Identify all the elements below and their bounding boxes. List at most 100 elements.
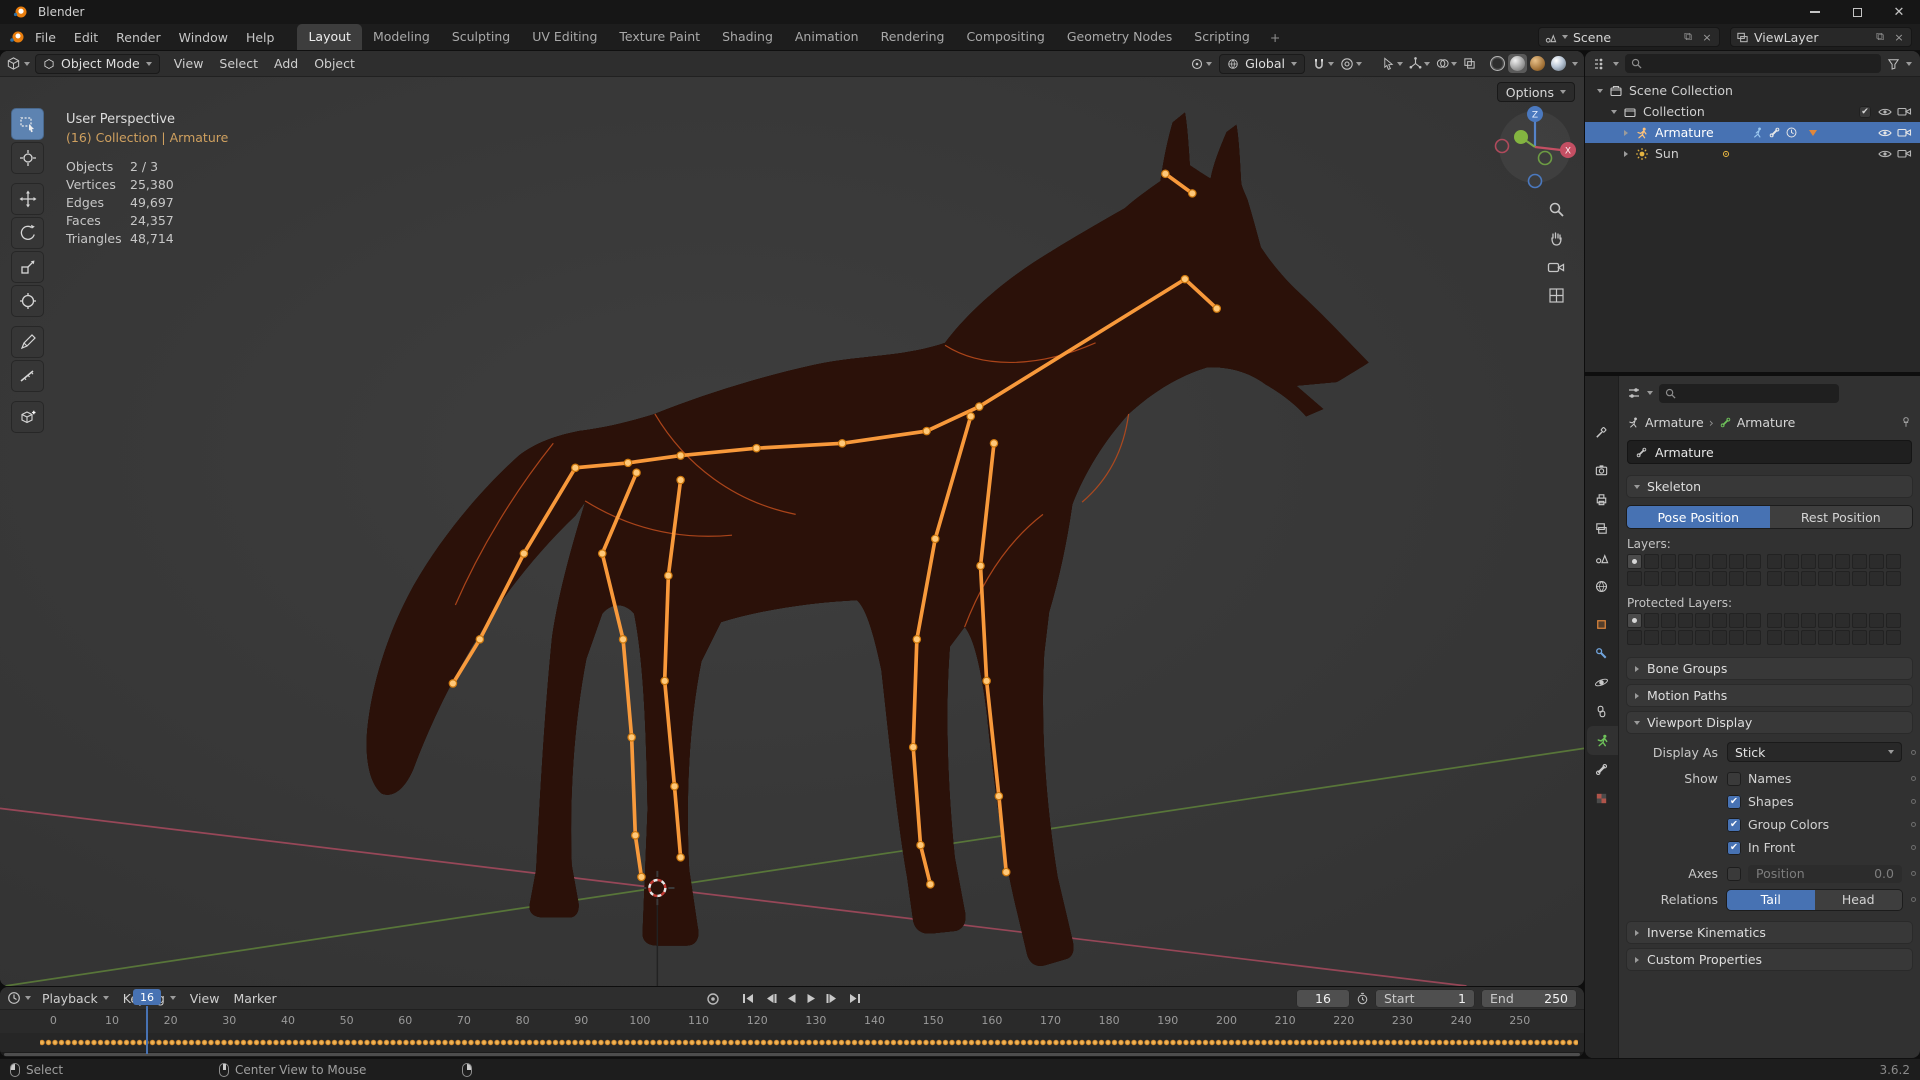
- viewport-menu-item[interactable]: View: [166, 56, 212, 71]
- armature-layer-cell[interactable]: [1886, 554, 1901, 569]
- tail-button[interactable]: Tail: [1727, 889, 1815, 910]
- tab-render[interactable]: [1585, 456, 1618, 485]
- workspace-tab[interactable]: Scripting: [1183, 24, 1261, 50]
- stopwatch-icon[interactable]: [1356, 992, 1369, 1005]
- outliner-row-scene-collection[interactable]: Scene Collection: [1585, 80, 1920, 101]
- start-frame-field[interactable]: Start 1: [1375, 989, 1475, 1008]
- armature-layer-cell[interactable]: [1644, 571, 1659, 586]
- jump-to-start-button[interactable]: [742, 993, 755, 1004]
- timeline-scroll-thumb[interactable]: [4, 1053, 1580, 1056]
- camera-view-icon[interactable]: [1547, 259, 1565, 275]
- armature-layer-cell[interactable]: [1661, 630, 1676, 645]
- jump-to-end-button[interactable]: [848, 993, 861, 1004]
- expand-caret[interactable]: [1597, 88, 1603, 93]
- editor-type-icon[interactable]: [6, 56, 21, 71]
- editor-type-caret[interactable]: [24, 61, 30, 66]
- tab-bone[interactable]: [1585, 755, 1618, 784]
- current-frame-line[interactable]: [146, 1006, 148, 1054]
- outliner-search[interactable]: [1625, 54, 1881, 73]
- next-keyframe-button[interactable]: [826, 993, 839, 1004]
- armature-layer-cell[interactable]: [1835, 571, 1850, 586]
- armature-layer-cell[interactable]: [1886, 613, 1901, 628]
- armature-layer-cell[interactable]: [1695, 613, 1710, 628]
- minimize-button[interactable]: [1794, 0, 1836, 24]
- unlink-scene-icon[interactable]: ×: [1700, 30, 1714, 44]
- protected-left-half[interactable]: [1627, 613, 1761, 645]
- decorator-dot[interactable]: [1911, 822, 1916, 827]
- armature-layer-cell[interactable]: [1852, 630, 1867, 645]
- gizmo-neg-y-axis[interactable]: [1537, 150, 1553, 166]
- end-frame-field[interactable]: End 250: [1481, 989, 1577, 1008]
- workspace-tab[interactable]: Shading: [711, 24, 784, 50]
- skeleton-panel-header[interactable]: Skeleton: [1627, 476, 1912, 497]
- view-menu[interactable]: View: [183, 991, 227, 1006]
- armature-layer-cell[interactable]: [1712, 613, 1727, 628]
- armature-layer-cell[interactable]: [1729, 571, 1744, 586]
- pose-icon[interactable]: [1751, 126, 1764, 139]
- play-reverse-button[interactable]: [786, 993, 797, 1004]
- rest-position-button[interactable]: Rest Position: [1769, 506, 1912, 528]
- decorator-dot[interactable]: [1911, 871, 1916, 876]
- inverse-kinematics-panel-header[interactable]: Inverse Kinematics: [1627, 922, 1912, 943]
- armature-layer-cell[interactable]: [1784, 571, 1799, 586]
- orientation-dropdown[interactable]: Global: [1219, 53, 1305, 74]
- current-frame-marker[interactable]: 16: [133, 989, 161, 1005]
- armature-layer-cell[interactable]: [1627, 613, 1642, 628]
- navigation-gizmo[interactable]: Z X: [1485, 97, 1584, 197]
- add-workspace-button[interactable]: +: [1261, 30, 1289, 45]
- armature-layer-cell[interactable]: [1746, 571, 1761, 586]
- render-camera-icon[interactable]: [1897, 127, 1912, 138]
- gizmo-neg-z-axis[interactable]: [1527, 173, 1543, 189]
- custom-properties-panel-header[interactable]: Custom Properties: [1627, 949, 1912, 970]
- timeline-ruler[interactable]: 0 10 20 30 40 50 60 70 80 90 100 110 120 130 140 150 160…: [0, 1010, 1584, 1033]
- armature-layers-grid[interactable]: [1627, 554, 1912, 586]
- filter-funnel-icon[interactable]: [1887, 57, 1900, 70]
- properties-editor-caret[interactable]: [1647, 391, 1653, 395]
- tab-modifiers[interactable]: [1585, 639, 1618, 668]
- gizmo-neg-x-axis[interactable]: [1494, 138, 1510, 154]
- armature-layer-cell[interactable]: [1852, 613, 1867, 628]
- outliner-row-collection[interactable]: Collection ✔: [1585, 101, 1920, 122]
- decorator-dot[interactable]: [1911, 776, 1916, 781]
- tab-physics[interactable]: [1585, 668, 1618, 697]
- timeline-editor-caret[interactable]: [25, 996, 31, 1000]
- remove-viewlayer-icon[interactable]: ×: [1892, 30, 1906, 44]
- topbar-menu-item[interactable]: Help: [237, 30, 284, 45]
- viewport-menu-item[interactable]: Select: [211, 56, 266, 71]
- tab-object-data-armature[interactable]: [1587, 726, 1618, 755]
- axes-checkbox[interactable]: [1727, 866, 1741, 881]
- armature-layer-cell[interactable]: [1661, 571, 1676, 586]
- timeline-editor-icon[interactable]: [7, 991, 21, 1005]
- properties-search[interactable]: [1659, 383, 1839, 403]
- ortho-grid-icon[interactable]: [1548, 287, 1565, 304]
- armature-layer-cell[interactable]: [1835, 613, 1850, 628]
- viewlayer-selector[interactable]: ViewLayer ⧉ ×: [1730, 27, 1912, 47]
- pan-hand-icon[interactable]: [1548, 230, 1565, 247]
- mode-dropdown[interactable]: Object Mode: [35, 53, 160, 74]
- topbar-menu-item[interactable]: File: [26, 30, 65, 45]
- armature-data-icon[interactable]: [1768, 126, 1781, 139]
- armature-layer-cell[interactable]: [1678, 613, 1693, 628]
- animation-action-icon[interactable]: [1785, 126, 1798, 139]
- expand-caret[interactable]: [1624, 150, 1628, 157]
- prev-keyframe-button[interactable]: [764, 993, 777, 1004]
- datablock-name-field[interactable]: Armature: [1627, 440, 1912, 464]
- light-data-icon[interactable]: [1720, 148, 1732, 160]
- armature-layer-cell[interactable]: [1746, 630, 1761, 645]
- shading-caret[interactable]: [1572, 61, 1578, 66]
- armature-layer-cell[interactable]: [1801, 554, 1816, 569]
- tab-object[interactable]: [1585, 610, 1618, 639]
- gizmo-y-axis[interactable]: [1514, 130, 1528, 144]
- close-button[interactable]: ✕: [1878, 0, 1920, 24]
- pin-icon[interactable]: [1900, 416, 1912, 428]
- collection-checkbox[interactable]: ✔: [1859, 105, 1871, 118]
- armature-layer-cell[interactable]: [1729, 554, 1744, 569]
- current-frame-field[interactable]: 16: [1296, 989, 1350, 1008]
- armature-layer-cell[interactable]: [1712, 554, 1727, 569]
- keyframe-diamonds[interactable]: [40, 1033, 1578, 1052]
- expand-caret[interactable]: [1624, 129, 1628, 136]
- overlays-toggle[interactable]: [1433, 54, 1460, 74]
- snap-button[interactable]: [1309, 54, 1337, 74]
- workspace-tab[interactable]: Texture Paint: [608, 24, 711, 50]
- armature-layer-cell[interactable]: [1767, 554, 1782, 569]
